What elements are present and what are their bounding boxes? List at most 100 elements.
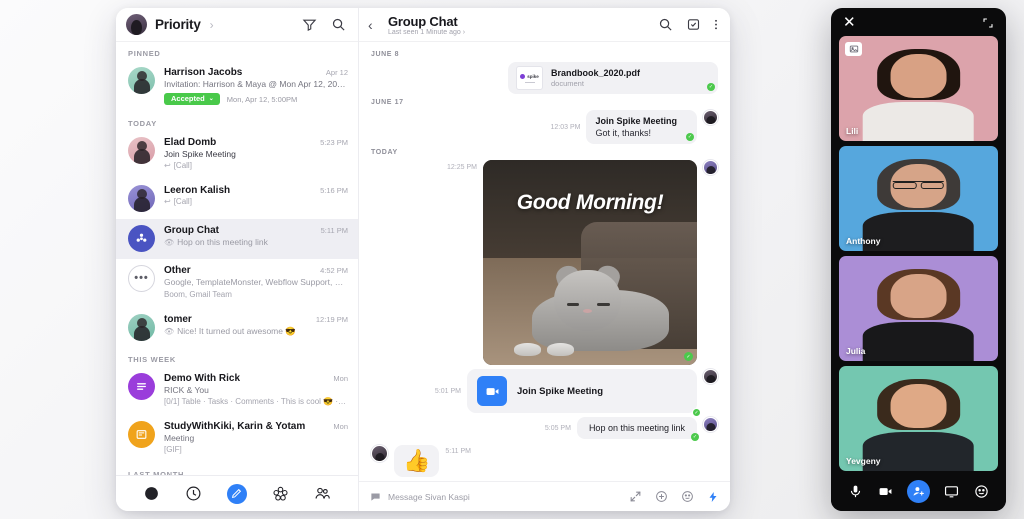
avatar bbox=[128, 420, 155, 448]
avatar bbox=[703, 417, 718, 432]
list-item-name: Leeron Kalish bbox=[164, 185, 231, 197]
read-receipt-icon: ✓ bbox=[691, 433, 699, 441]
recent-tab[interactable] bbox=[185, 485, 202, 502]
chevron-down-icon: ⌄ bbox=[208, 96, 214, 103]
chevron-right-icon[interactable]: › bbox=[210, 18, 214, 32]
lightning-icon[interactable] bbox=[707, 490, 719, 504]
list-item-time: Mon bbox=[333, 421, 348, 431]
emoji-icon[interactable] bbox=[974, 484, 989, 499]
message-row[interactable]: 12:03 PM Join Spike Meeting Got it, than… bbox=[371, 110, 718, 144]
list-item-preview: 👁 Nice! It turned out awesome 😎 bbox=[164, 325, 296, 336]
participant-figure bbox=[862, 48, 975, 141]
participant-tile[interactable]: Anthony bbox=[839, 146, 998, 251]
file-name: Brandbook_2020.pdf bbox=[551, 68, 641, 78]
tasks-icon[interactable] bbox=[686, 17, 701, 32]
status-badge[interactable]: Accepted ⌄ bbox=[164, 93, 220, 105]
spike-logo-icon bbox=[520, 73, 526, 79]
expand-icon[interactable] bbox=[982, 16, 994, 28]
avatar bbox=[703, 369, 718, 384]
search-icon[interactable] bbox=[331, 17, 346, 32]
apps-tab[interactable] bbox=[272, 485, 289, 502]
list-item-group-chat[interactable]: Group Chat 5:11 PM 👁 Hop on this meeting … bbox=[116, 219, 358, 260]
section-label-pinned: PINNED bbox=[128, 49, 161, 58]
reply-icon: ↩ bbox=[164, 161, 171, 171]
message-bubble[interactable]: Join Spike Meeting Got it, thanks! ✓ bbox=[586, 110, 697, 144]
chat-title: Group Chat bbox=[388, 13, 458, 29]
message-row[interactable]: 5:01 PM Join Spike Meeting ✓ bbox=[371, 369, 718, 417]
eye-icon: 👁 bbox=[164, 238, 175, 248]
list-item-subpreview: ↩ [Call] bbox=[164, 197, 192, 207]
contacts-tab[interactable] bbox=[314, 485, 331, 502]
status-badge-label: Accepted bbox=[171, 94, 205, 104]
list-item[interactable]: Demo With Rick Mon RICK & You [0/1] Tabl… bbox=[116, 367, 358, 415]
avatar bbox=[128, 313, 155, 341]
camera-icon[interactable] bbox=[878, 484, 893, 499]
message-time: 5:01 PM bbox=[434, 387, 461, 395]
list-item[interactable]: StudyWithKiki, Karin & Yotam Mon Meeting… bbox=[116, 415, 358, 463]
day-separator: TODAY bbox=[371, 149, 398, 156]
chat-subtitle[interactable]: Last seen 1 Minute ago › bbox=[388, 29, 465, 36]
list-item-time: 12:19 PM bbox=[315, 314, 348, 324]
chat-header-actions bbox=[658, 17, 718, 32]
avatar[interactable] bbox=[126, 14, 147, 35]
meeting-card[interactable]: Join Spike Meeting ✓ bbox=[467, 369, 701, 417]
filter-icon[interactable] bbox=[302, 17, 317, 32]
plus-circle-icon[interactable] bbox=[655, 490, 668, 503]
list-item-subpreview: [GIF] bbox=[164, 445, 182, 455]
cat-illustration bbox=[500, 258, 680, 356]
message-list[interactable]: JUNE 8 spike Brandbook_2020.pdf document… bbox=[359, 42, 730, 481]
message-row[interactable]: 12:25 PM Good Morning! ✓ bbox=[371, 160, 718, 365]
app-window: Priority › PINNED Harrison Jacobs Apr 12… bbox=[116, 8, 730, 511]
section-label-today: TODAY bbox=[128, 118, 157, 128]
back-chevron-icon[interactable]: ‹ bbox=[368, 18, 380, 32]
emoji-icon[interactable] bbox=[681, 490, 694, 503]
list-item[interactable]: Elad Domb 5:23 PM Join Spike Meeting ↩ [C… bbox=[116, 131, 358, 179]
list-item-time: Mon bbox=[333, 373, 348, 383]
list-item-preview: Invitation: Harrison & Maya @ Mon Apr 12… bbox=[164, 79, 348, 89]
home-tab[interactable] bbox=[143, 485, 160, 502]
list-item[interactable]: Leeron Kalish 5:16 PM ↩ [Call] bbox=[116, 179, 358, 219]
message-input[interactable]: Message Sivan Kaspi bbox=[388, 492, 470, 502]
emoji-message[interactable]: 👍 bbox=[394, 445, 440, 477]
search-icon[interactable] bbox=[658, 17, 673, 32]
section-label-last-month: LAST MONTH bbox=[128, 470, 185, 475]
list-item[interactable]: tomer 12:19 PM 👁 Nice! It turned out awes… bbox=[116, 308, 358, 348]
list-item-preview: Meeting bbox=[164, 432, 195, 443]
list-item-subpreview: ↩ [Call] bbox=[164, 161, 192, 171]
message-row[interactable]: 5:05 PM Hop on this meeting link ✓ bbox=[371, 417, 718, 441]
avatar bbox=[128, 225, 155, 253]
add-person-icon[interactable] bbox=[906, 479, 930, 503]
avatar: ••• bbox=[128, 265, 155, 293]
list-item[interactable]: Harrison Jacobs Apr 12 Invitation: Harri… bbox=[116, 61, 358, 112]
participant-tile[interactable]: Yevgeny bbox=[839, 366, 998, 471]
screen-share-icon[interactable] bbox=[944, 484, 959, 499]
expand-icon[interactable] bbox=[629, 490, 642, 503]
message-title: Join Spike Meeting bbox=[595, 116, 677, 126]
participant-tile[interactable]: Julia bbox=[839, 256, 998, 361]
image-icon[interactable] bbox=[845, 42, 862, 56]
message-row[interactable]: 👍 5:11 PM bbox=[371, 445, 718, 477]
list-item-name: Elad Domb bbox=[164, 136, 217, 148]
conversation-list[interactable]: PINNED Harrison Jacobs Apr 12 Invitation… bbox=[116, 42, 358, 475]
message-time: 12:03 PM bbox=[550, 123, 581, 131]
participant-tile[interactable]: Lili bbox=[839, 36, 998, 141]
message-bubble[interactable]: Hop on this meeting link ✓ bbox=[576, 417, 699, 441]
close-icon[interactable]: ✕ bbox=[843, 15, 856, 30]
compose-tab[interactable] bbox=[226, 483, 247, 504]
list-item-time: 5:23 PM bbox=[320, 137, 348, 147]
message-row[interactable]: spike Brandbook_2020.pdf document ✓ bbox=[371, 62, 718, 94]
glasses-icon bbox=[892, 180, 945, 190]
day-separator: JUNE 17 bbox=[371, 99, 404, 106]
photo-message[interactable]: Good Morning! ✓ bbox=[483, 160, 697, 365]
page-title: Priority bbox=[155, 17, 201, 32]
list-item[interactable]: ••• Other 4:52 PM Google, TemplateMonste… bbox=[116, 259, 358, 307]
file-attachment[interactable]: spike Brandbook_2020.pdf document ✓ bbox=[508, 62, 718, 94]
meeting-label: Join Spike Meeting bbox=[517, 385, 604, 397]
composer[interactable]: Message Sivan Kaspi bbox=[359, 481, 730, 511]
mic-icon[interactable] bbox=[848, 484, 863, 499]
section-label-this-week: THIS WEEK bbox=[128, 354, 176, 364]
list-item-name: StudyWithKiki, Karin & Yotam bbox=[164, 420, 306, 432]
reply-icon: ↩ bbox=[164, 197, 171, 207]
message-text: Got it, thanks! bbox=[595, 128, 652, 138]
more-options-icon[interactable] bbox=[714, 17, 718, 32]
